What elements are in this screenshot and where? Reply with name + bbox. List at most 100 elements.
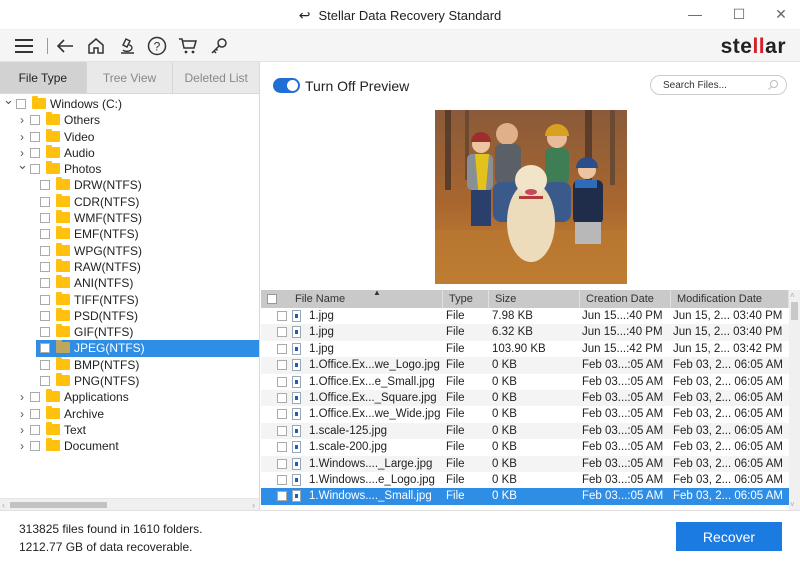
tree-node-checkbox[interactable] xyxy=(30,408,40,419)
chevron-down-icon[interactable]: ⌄ xyxy=(17,157,28,173)
table-row[interactable]: 1.Office.Ex..._Square.jpg File 0 KB Feb 03.… xyxy=(261,389,789,407)
home-icon[interactable] xyxy=(84,34,108,58)
tree-node[interactable]: › Audio xyxy=(0,144,259,161)
row-checkbox[interactable] xyxy=(277,327,287,338)
table-row[interactable]: 1.jpg File 103.90 KB Jun 15...:42 PM Jun 15,… xyxy=(261,341,789,357)
tree-node[interactable]: › Applications xyxy=(0,389,259,405)
table-row[interactable]: 1.Office.Ex...we_Wide.jpg File 0 KB Feb 03.… xyxy=(261,406,789,422)
column-header-file-name[interactable]: File Name ▲ xyxy=(289,288,443,308)
tree-node-checkbox[interactable] xyxy=(40,376,50,387)
tree-node-checkbox[interactable] xyxy=(40,310,50,321)
select-all-checkbox[interactable] xyxy=(267,294,277,304)
table-row[interactable]: 1.jpg File 7.98 KB Jun 15...:40 PM Jun 15, 2… xyxy=(261,308,789,324)
table-row[interactable]: 1.Windows...._Large.jpg File 0 KB Feb 03...… xyxy=(261,455,789,472)
table-scroll-thumb[interactable] xyxy=(791,302,798,320)
table-row[interactable]: 1.Windows....e_Logo.jpg File 0 KB Feb 03...… xyxy=(261,472,789,488)
tree-node[interactable]: RAW(NTFS) xyxy=(0,258,259,275)
tree-node[interactable]: › Video xyxy=(0,128,259,145)
tree-node-checkbox[interactable] xyxy=(40,343,50,354)
chevron-right-icon[interactable]: › xyxy=(17,406,27,422)
tree-node[interactable]: › Archive xyxy=(0,405,259,422)
tree-node[interactable]: ⌄ Windows (C:) xyxy=(0,92,259,112)
search-box[interactable] xyxy=(650,75,787,95)
tree-node[interactable]: JPEG(NTFS) xyxy=(0,340,259,357)
tab-tree-view[interactable]: Tree View xyxy=(87,62,174,93)
tree-node-checkbox[interactable] xyxy=(40,229,50,240)
row-checkbox[interactable] xyxy=(277,343,287,354)
table-row[interactable]: 1.Office.Ex...e_Small.jpg File 0 KB Feb 03.… xyxy=(261,374,789,390)
tree-node[interactable]: PNG(NTFS) xyxy=(0,373,259,389)
tree-node[interactable]: › Others xyxy=(0,112,259,128)
tab-file-type[interactable]: File Type xyxy=(0,62,87,93)
key-icon[interactable] xyxy=(207,34,231,58)
column-header-creation-date[interactable]: Creation Date xyxy=(580,290,671,308)
table-row[interactable]: 1.scale-200.jpg File 0 KB Feb 03...:05 AM Fe… xyxy=(261,439,789,455)
row-checkbox[interactable] xyxy=(277,458,287,469)
tree-node[interactable]: ANI(NTFS) xyxy=(0,275,259,291)
tab-deleted-list[interactable]: Deleted List xyxy=(173,62,259,93)
scroll-up-icon[interactable]: ˄ xyxy=(790,291,795,300)
tree-horizontal-scrollbar[interactable]: ‹ › xyxy=(0,498,259,510)
scroll-down-icon[interactable]: ˅ xyxy=(790,500,795,509)
microscope-icon[interactable] xyxy=(115,34,139,58)
maximize-button[interactable]: ☐ xyxy=(724,3,754,25)
row-checkbox[interactable] xyxy=(277,442,287,453)
close-button[interactable]: ✕ xyxy=(766,3,796,25)
tree-node[interactable]: WMF(NTFS) xyxy=(0,210,259,226)
chevron-right-icon[interactable]: › xyxy=(17,389,27,405)
tree-node-checkbox[interactable] xyxy=(40,196,50,207)
row-checkbox[interactable] xyxy=(277,311,287,321)
menu-icon[interactable] xyxy=(12,34,36,58)
tree-node-checkbox[interactable] xyxy=(16,99,26,109)
chevron-right-icon[interactable]: › xyxy=(17,129,27,145)
row-checkbox[interactable] xyxy=(277,376,287,387)
tree-node-checkbox[interactable] xyxy=(40,278,50,289)
tree-node[interactable]: CDR(NTFS) xyxy=(0,193,259,210)
table-row[interactable]: 1.scale-125.jpg File 0 KB Feb 03...:05 AM Fe… xyxy=(261,422,789,440)
column-header-modification-date[interactable]: Modification Date xyxy=(671,290,789,308)
tree-node[interactable]: › Text xyxy=(0,421,259,438)
tree-node-checkbox[interactable] xyxy=(40,359,50,370)
tree-node[interactable]: PSD(NTFS) xyxy=(0,307,259,324)
column-header-type[interactable]: Type xyxy=(443,290,489,308)
tree-node[interactable]: TIFF(NTFS) xyxy=(0,291,259,308)
row-checkbox[interactable] xyxy=(277,474,287,485)
cart-icon[interactable] xyxy=(176,34,200,58)
minimize-button[interactable]: — xyxy=(680,3,710,25)
row-checkbox[interactable] xyxy=(277,491,287,502)
column-header-size[interactable]: Size xyxy=(489,290,580,308)
row-checkbox[interactable] xyxy=(277,360,287,371)
tree-node-checkbox[interactable] xyxy=(30,392,40,403)
tree-node[interactable]: EMF(NTFS) xyxy=(0,226,259,242)
chevron-right-icon[interactable]: › xyxy=(17,112,27,128)
back-arrow-icon[interactable] xyxy=(53,34,77,58)
row-checkbox[interactable] xyxy=(277,425,287,436)
row-checkbox[interactable] xyxy=(277,392,287,403)
table-vertical-scrollbar[interactable]: ˄ ˅ xyxy=(789,290,800,510)
tree-node-checkbox[interactable] xyxy=(40,294,50,305)
tree-node[interactable]: BMP(NTFS) xyxy=(0,356,259,373)
table-row[interactable]: 1.Windows...._Small.jpg File 0 KB Feb 03...… xyxy=(261,488,789,505)
chevron-down-icon[interactable]: ⌄ xyxy=(3,92,14,108)
table-row[interactable]: 1.jpg File 6.32 KB Jun 15...:40 PM Jun 15, 2… xyxy=(261,324,789,341)
tree-node[interactable]: ⌄ Photos xyxy=(0,157,259,177)
search-icon[interactable] xyxy=(767,79,779,91)
row-checkbox[interactable] xyxy=(277,409,287,420)
tree-scroll-thumb[interactable] xyxy=(10,502,107,508)
tree-node-checkbox[interactable] xyxy=(40,213,50,224)
tree-node-checkbox[interactable] xyxy=(30,131,40,142)
chevron-right-icon[interactable]: › xyxy=(17,438,27,454)
recover-button[interactable]: Recover xyxy=(676,522,782,551)
preview-toggle[interactable] xyxy=(273,78,300,93)
tree-node[interactable]: DRW(NTFS) xyxy=(0,177,259,193)
help-icon[interactable]: ? xyxy=(145,34,169,58)
table-row[interactable]: 1.Office.Ex...we_Logo.jpg File 0 KB Feb 03.… xyxy=(261,357,789,374)
chevron-right-icon[interactable]: › xyxy=(17,422,27,438)
search-input[interactable] xyxy=(663,78,763,92)
tree-node[interactable]: GIF(NTFS) xyxy=(0,324,259,340)
tree-node-checkbox[interactable] xyxy=(30,115,40,126)
tree-node-checkbox[interactable] xyxy=(40,245,50,256)
tree-node-checkbox[interactable] xyxy=(40,180,50,191)
tree-node-checkbox[interactable] xyxy=(40,327,50,338)
tree-node-checkbox[interactable] xyxy=(40,261,50,272)
